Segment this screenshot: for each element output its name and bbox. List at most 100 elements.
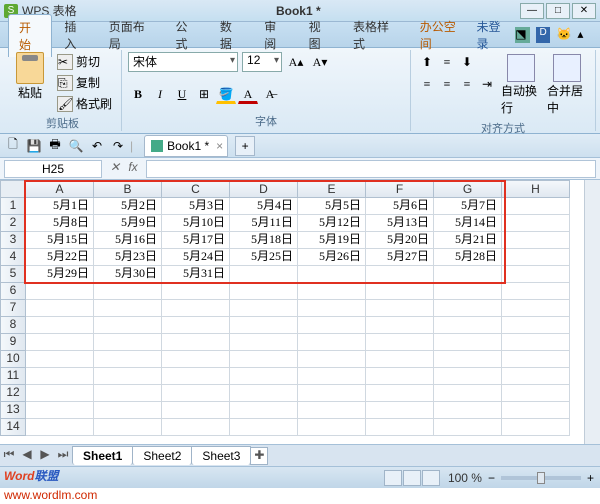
cell[interactable]: 5月25日 <box>230 249 298 266</box>
cell[interactable]: 5月1日 <box>26 198 94 215</box>
fx-icon[interactable]: fx <box>124 160 142 178</box>
cell[interactable] <box>298 283 366 300</box>
cell[interactable] <box>26 317 94 334</box>
cell[interactable]: 5月3日 <box>162 198 230 215</box>
indent[interactable]: ⇥ <box>477 74 497 94</box>
cell[interactable] <box>26 385 94 402</box>
cell[interactable] <box>366 283 434 300</box>
cell[interactable]: 5月11日 <box>230 215 298 232</box>
cell[interactable] <box>94 351 162 368</box>
cell[interactable] <box>502 232 570 249</box>
cell[interactable] <box>298 334 366 351</box>
cell[interactable] <box>230 368 298 385</box>
view-layout-icon[interactable] <box>403 470 421 486</box>
row-header[interactable]: 9 <box>0 334 26 351</box>
cell[interactable] <box>502 368 570 385</box>
cell[interactable] <box>434 300 502 317</box>
cell[interactable] <box>502 317 570 334</box>
row-header[interactable]: 11 <box>0 368 26 385</box>
row-header[interactable]: 1 <box>0 198 26 215</box>
col-header[interactable]: G <box>434 180 502 198</box>
cell[interactable] <box>298 266 366 283</box>
cell[interactable]: 5月14日 <box>434 215 502 232</box>
cell[interactable] <box>162 402 230 419</box>
cell[interactable] <box>162 351 230 368</box>
col-header[interactable]: F <box>366 180 434 198</box>
cell[interactable]: 5月31日 <box>162 266 230 283</box>
cell[interactable] <box>230 266 298 283</box>
cell[interactable] <box>366 402 434 419</box>
zoom-slider[interactable] <box>501 476 581 480</box>
tab-start[interactable]: 开始 <box>8 14 52 57</box>
cell[interactable] <box>366 385 434 402</box>
minimize-button[interactable]: — <box>520 3 544 19</box>
select-all-corner[interactable] <box>0 180 26 198</box>
cell[interactable] <box>94 385 162 402</box>
cell[interactable] <box>162 283 230 300</box>
cell[interactable] <box>26 300 94 317</box>
paste-button[interactable]: 粘贴 <box>10 52 50 113</box>
cell[interactable] <box>230 334 298 351</box>
merge-button[interactable]: 合并居中 <box>545 52 589 118</box>
cell[interactable] <box>94 334 162 351</box>
cell[interactable] <box>94 300 162 317</box>
cell[interactable] <box>162 300 230 317</box>
cell[interactable] <box>162 334 230 351</box>
view-break-icon[interactable] <box>422 470 440 486</box>
bold-button[interactable]: B <box>128 84 148 104</box>
copy-button[interactable]: ⎘复制 <box>54 73 115 92</box>
cell[interactable] <box>366 300 434 317</box>
cell[interactable]: 5月10日 <box>162 215 230 232</box>
cell[interactable] <box>298 368 366 385</box>
cell[interactable] <box>26 351 94 368</box>
shrink-font-button[interactable]: A▾ <box>310 52 330 72</box>
cell[interactable]: 5月21日 <box>434 232 502 249</box>
maximize-button[interactable]: □ <box>546 3 570 19</box>
cell[interactable] <box>434 283 502 300</box>
zoom-out-icon[interactable]: − <box>488 471 495 485</box>
cell[interactable]: 5月7日 <box>434 198 502 215</box>
cell[interactable] <box>162 419 230 436</box>
view-normal-icon[interactable] <box>384 470 402 486</box>
cell[interactable]: 5月17日 <box>162 232 230 249</box>
cell[interactable] <box>434 266 502 283</box>
save-icon[interactable]: 💾 <box>25 137 43 155</box>
fill-color-button[interactable]: 🪣 <box>216 84 236 104</box>
close-doc-icon[interactable]: × <box>216 139 223 153</box>
cell[interactable] <box>162 368 230 385</box>
cell[interactable] <box>502 334 570 351</box>
cell[interactable] <box>434 317 502 334</box>
cell[interactable]: 5月6日 <box>366 198 434 215</box>
cell[interactable] <box>502 300 570 317</box>
sheet-prev-icon[interactable]: ◀ <box>18 447 36 465</box>
col-header[interactable]: E <box>298 180 366 198</box>
font-name-select[interactable]: 宋体 <box>128 52 238 72</box>
cell[interactable] <box>298 385 366 402</box>
sheet-tab[interactable]: Sheet1 <box>72 446 133 465</box>
cell[interactable] <box>26 402 94 419</box>
row-header[interactable]: 4 <box>0 249 26 266</box>
align-left[interactable]: ≡ <box>417 74 437 94</box>
cell[interactable]: 5月19日 <box>298 232 366 249</box>
cell[interactable] <box>298 402 366 419</box>
cell[interactable] <box>366 419 434 436</box>
cell[interactable] <box>26 419 94 436</box>
col-header[interactable]: C <box>162 180 230 198</box>
cell[interactable] <box>434 385 502 402</box>
painter-button[interactable]: 🖌格式刷 <box>54 94 115 113</box>
cell[interactable]: 5月20日 <box>366 232 434 249</box>
cell[interactable] <box>298 351 366 368</box>
cell[interactable] <box>26 334 94 351</box>
cell[interactable] <box>434 419 502 436</box>
sheet-last-icon[interactable]: ⏭ <box>54 447 72 465</box>
cell[interactable]: 5月30日 <box>94 266 162 283</box>
cell[interactable]: 5月29日 <box>26 266 94 283</box>
new-icon[interactable]: 🗋 <box>4 137 22 155</box>
cell[interactable]: 5月15日 <box>26 232 94 249</box>
zoom-level[interactable]: 100 % <box>448 471 482 485</box>
vertical-scrollbar[interactable] <box>584 180 600 444</box>
cell[interactable] <box>502 266 570 283</box>
align-top[interactable]: ⬆ <box>417 52 437 72</box>
italic-button[interactable]: I <box>150 84 170 104</box>
spreadsheet-grid[interactable]: ABCDEFGH 1234567891011121314 5月1日5月2日5月3… <box>0 180 600 444</box>
